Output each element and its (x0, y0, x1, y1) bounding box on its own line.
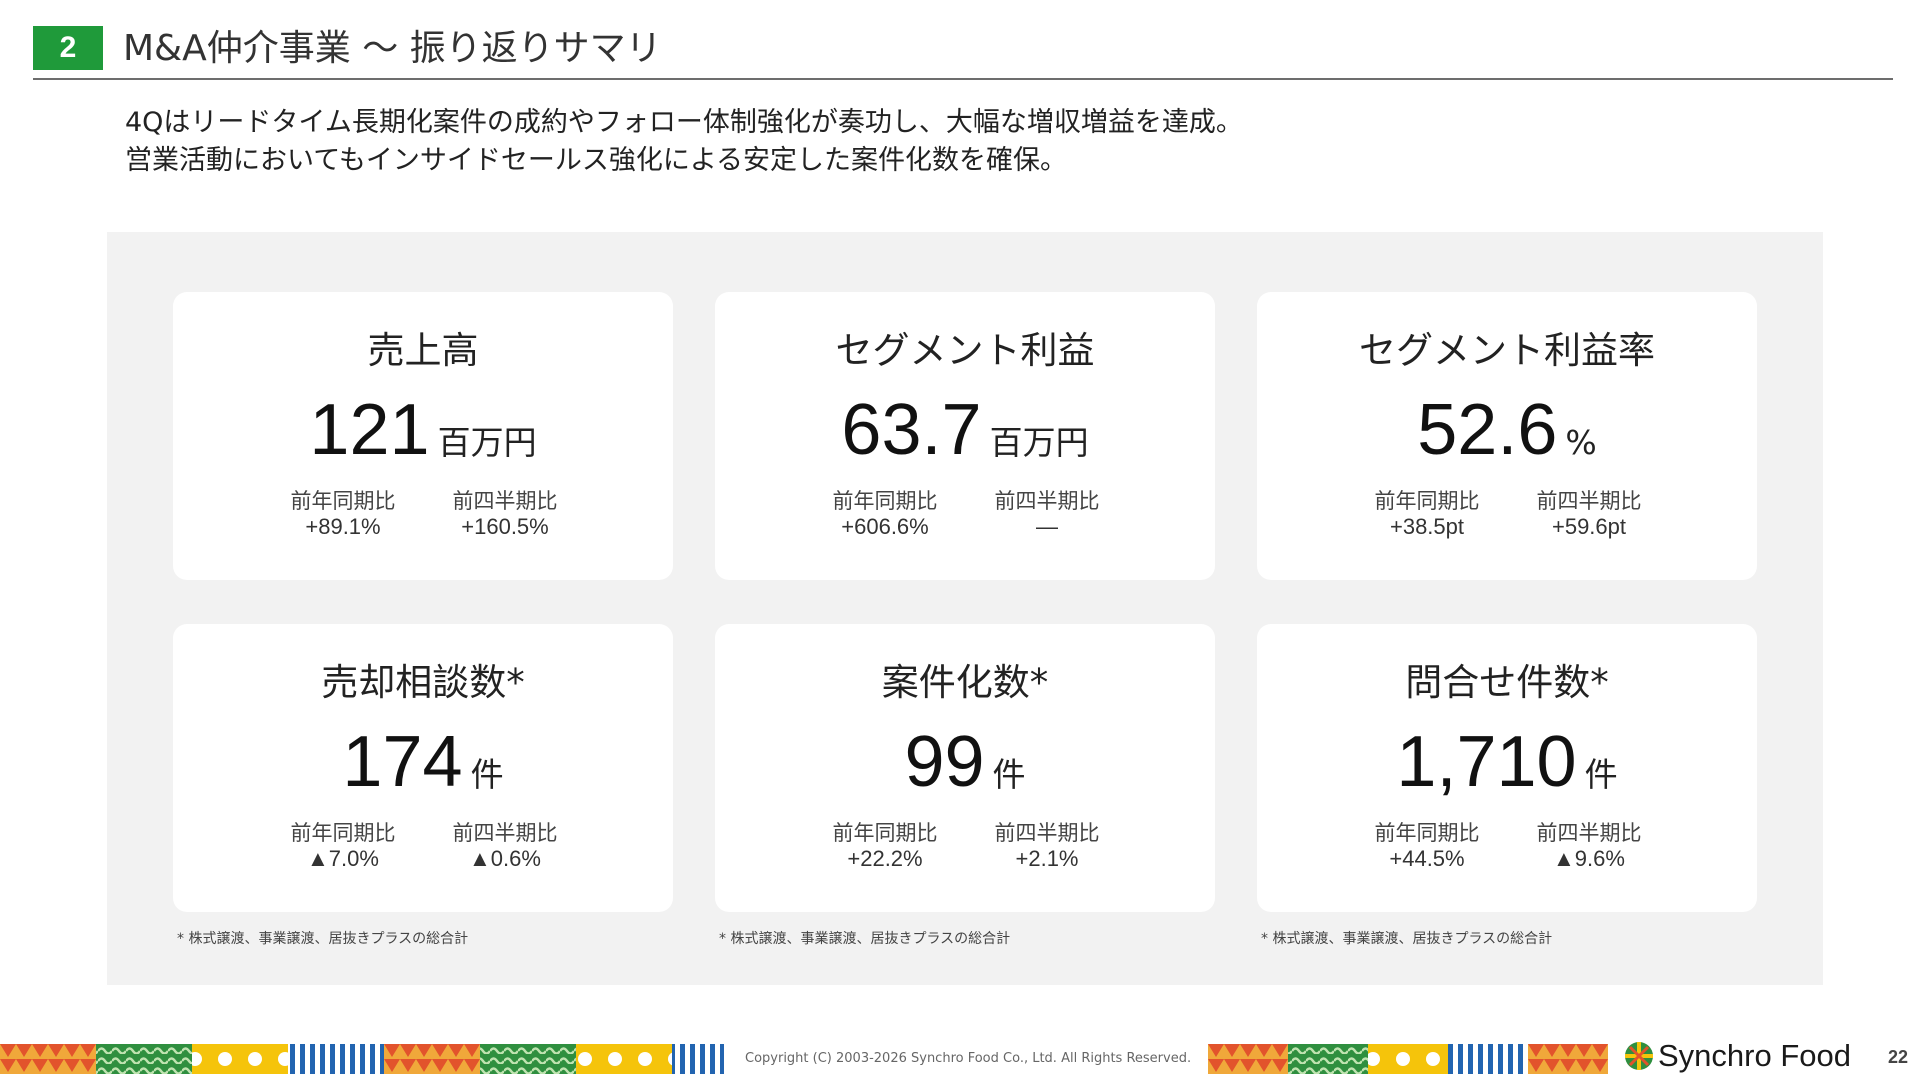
kpi-value: 63.7 百万円 (715, 390, 1215, 489)
kpi-yoy: 前年同期比 ▲7.0% (263, 820, 423, 872)
qoq-value: +59.6pt (1551, 514, 1626, 539)
kpi-unit: 件 (992, 755, 1026, 794)
kpi-number: 174 (342, 722, 463, 802)
yoy-value: +38.5pt (1389, 514, 1464, 539)
kpi-title: セグメント利益率 (1359, 329, 1655, 372)
page-title: M&A仲介事業 ～ 振り返りサマリ (123, 28, 662, 69)
kpi-card-sales: 売上高 121 百万円 前年同期比 +89.1% 前四半期比 +160.5% (173, 292, 673, 580)
kpi-unit: 百万円 (437, 423, 537, 462)
kpi-qoq: 前四半期比 +160.5% (425, 488, 585, 540)
kpi-card-segment-margin: セグメント利益率 52.6% 前年同期比 +38.5pt 前四半期比 +59.6pt (1257, 292, 1757, 580)
kpi-qoq: 前四半期比 — (967, 488, 1127, 540)
kpi-yoy: 前年同期比 +89.1% (263, 488, 423, 540)
kpi-qoq: 前四半期比 ▲9.6% (1509, 820, 1669, 872)
footnote: * 株式譲渡、事業譲渡、居抜きプラスの総合計 (177, 931, 469, 947)
kpi-unit: 件 (1584, 755, 1618, 794)
kpi-value: 174 件 (173, 722, 673, 821)
kpi-card-sale-consultations: 売却相談数* 174 件 前年同期比 ▲7.0% 前四半期比 ▲0.6% (173, 624, 673, 912)
yoy-label: 前年同期比 (290, 821, 396, 845)
page-header: 2 M&A仲介事業 ～ 振り返りサマリ (33, 22, 1893, 80)
kpi-yoy: 前年同期比 +606.6% (805, 488, 965, 540)
kpi-card-deals-created: 案件化数* 99 件 前年同期比 +22.2% 前四半期比 +2.1% (715, 624, 1215, 912)
yoy-label: 前年同期比 (290, 489, 396, 513)
decorative-pattern-band-left (0, 1044, 724, 1074)
qoq-value: +160.5% (461, 514, 549, 539)
kpi-qoq: 前四半期比 ▲0.6% (425, 820, 585, 872)
qoq-value: +2.1% (1015, 846, 1079, 871)
kpi-qoq: 前四半期比 +2.1% (967, 820, 1127, 872)
kpi-value: 1,710 件 (1257, 722, 1757, 821)
kpi-title: セグメント利益 (835, 329, 1095, 372)
logo-text: Synchro Food (1658, 1038, 1851, 1073)
qoq-label: 前四半期比 (994, 489, 1100, 513)
kpi-value: 52.6% (1257, 390, 1757, 489)
yoy-label: 前年同期比 (832, 821, 938, 845)
qoq-label: 前四半期比 (1536, 821, 1642, 845)
kpi-yoy: 前年同期比 +44.5% (1347, 820, 1507, 872)
kpi-number: 121 (309, 390, 430, 470)
yoy-label: 前年同期比 (832, 489, 938, 513)
kpi-title: 売却相談数* (321, 661, 525, 704)
yoy-value: ▲7.0% (307, 846, 379, 871)
qoq-label: 前四半期比 (452, 821, 558, 845)
lead-text: 4Qはリードタイム長期化案件の成約やフォロー体制強化が奏功し、大幅な増収増益を達… (125, 104, 1243, 180)
kpi-panel: 売上高 121 百万円 前年同期比 +89.1% 前四半期比 +160.5% セグメン… (107, 232, 1823, 985)
qoq-value: — (1036, 514, 1058, 539)
qoq-value: ▲9.6% (1553, 846, 1625, 871)
kpi-number: 1,710 (1396, 722, 1577, 802)
kpi-title: 問合せ件数* (1405, 661, 1609, 704)
yoy-label: 前年同期比 (1374, 489, 1480, 513)
qoq-label: 前四半期比 (1536, 489, 1642, 513)
synchro-food-logo-icon (1625, 1042, 1653, 1070)
kpi-number: 52.6 (1417, 390, 1558, 470)
qoq-label: 前四半期比 (452, 489, 558, 513)
kpi-value: 121 百万円 (173, 390, 673, 489)
qoq-label: 前四半期比 (994, 821, 1100, 845)
kpi-unit: 百万円 (989, 423, 1089, 462)
copyright-text: Copyright (C) 2003-2026 Synchro Food Co.… (745, 1051, 1192, 1066)
qoq-value: ▲0.6% (469, 846, 541, 871)
yoy-value: +89.1% (305, 514, 381, 539)
yoy-value: +44.5% (1389, 846, 1465, 871)
kpi-yoy: 前年同期比 +38.5pt (1347, 488, 1507, 540)
yoy-label: 前年同期比 (1374, 821, 1480, 845)
kpi-card-segment-profit: セグメント利益 63.7 百万円 前年同期比 +606.6% 前四半期比 — (715, 292, 1215, 580)
kpi-title: 案件化数* (881, 661, 1049, 704)
footnote: * 株式譲渡、事業譲渡、居抜きプラスの総合計 (719, 931, 1011, 947)
kpi-title: 売上高 (367, 329, 479, 372)
kpi-number: 99 (904, 722, 985, 802)
company-logo: Synchro Food (1622, 1036, 1851, 1076)
kpi-yoy: 前年同期比 +22.2% (805, 820, 965, 872)
kpi-card-inquiries: 問合せ件数* 1,710 件 前年同期比 +44.5% 前四半期比 ▲9.6% (1257, 624, 1757, 912)
footnote: * 株式譲渡、事業譲渡、居抜きプラスの総合計 (1261, 931, 1553, 947)
kpi-unit: % (1565, 423, 1597, 462)
kpi-unit: 件 (470, 755, 504, 794)
kpi-qoq: 前四半期比 +59.6pt (1509, 488, 1669, 540)
section-number-badge: 2 (33, 26, 103, 70)
lead-line: 営業活動においてもインサイドセールス強化による安定した案件化数を確保。 (125, 145, 1068, 176)
yoy-value: +606.6% (841, 514, 929, 539)
kpi-number: 63.7 (841, 390, 982, 470)
kpi-value: 99 件 (715, 722, 1215, 821)
page-number: 22 (1888, 1047, 1909, 1067)
yoy-value: +22.2% (847, 846, 923, 871)
lead-line: 4Qはリードタイム長期化案件の成約やフォロー体制強化が奏功し、大幅な増収増益を達… (125, 107, 1243, 138)
decorative-pattern-band-right (1208, 1044, 1608, 1074)
